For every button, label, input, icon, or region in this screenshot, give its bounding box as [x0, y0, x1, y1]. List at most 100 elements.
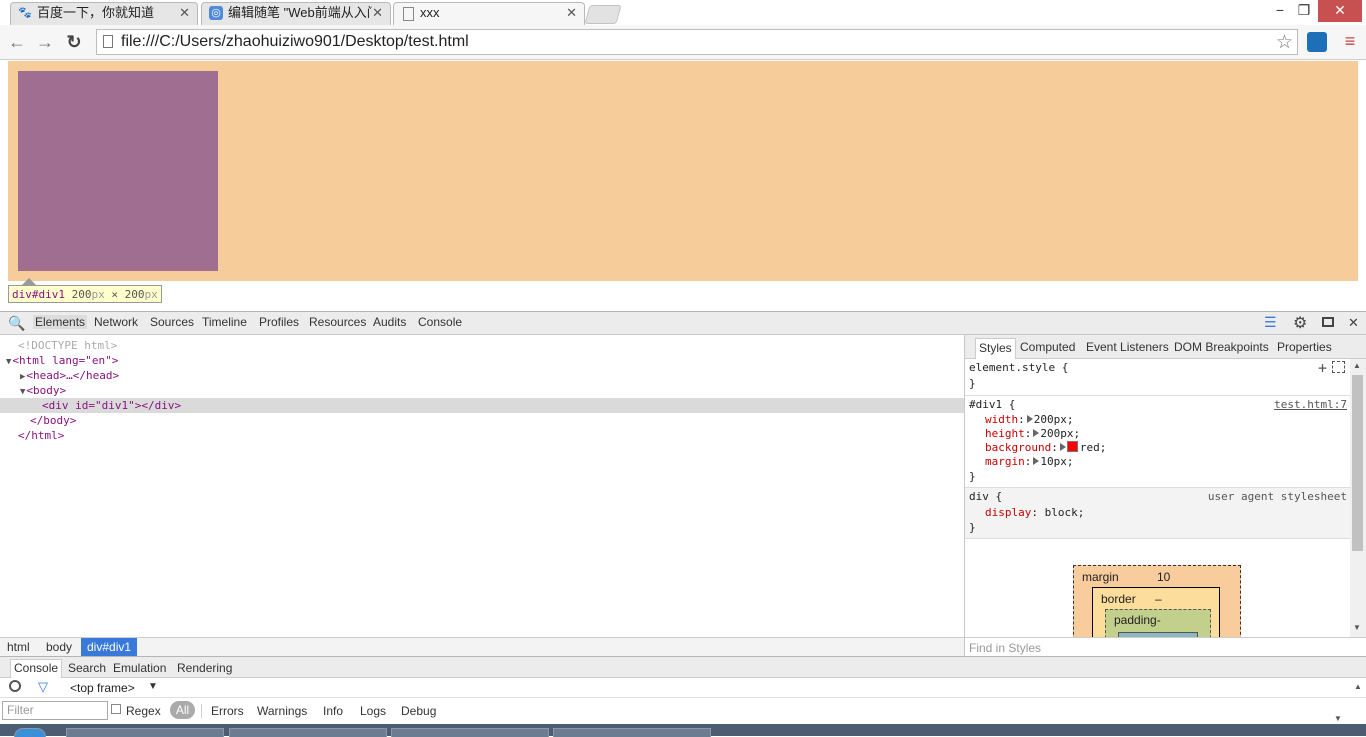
drawer-toggle-icon[interactable]: ☰ [1264, 314, 1277, 331]
tab-dom-breakpoints[interactable]: DOM Breakpoints [1174, 340, 1269, 354]
tab-resources[interactable]: Resources [309, 315, 366, 329]
filter-icon[interactable]: ▽ [38, 679, 48, 695]
tab-event-listeners[interactable]: Event Listeners [1086, 340, 1169, 354]
scroll-up-icon[interactable]: ▲ [1353, 361, 1361, 370]
prop-height[interactable]: height: 200px; [985, 427, 1080, 441]
toggle-state-icon[interactable] [1332, 361, 1345, 373]
reload-icon[interactable]: ↻ [63, 31, 85, 53]
prop-width[interactable]: width: 200px; [985, 413, 1074, 427]
drawer-tab-emulation[interactable]: Emulation [113, 661, 166, 675]
color-swatch[interactable] [1066, 441, 1078, 452]
prop-background[interactable]: background: red; [985, 441, 1106, 455]
menu-icon[interactable]: ≡ [1342, 31, 1358, 51]
expand-triangle-icon[interactable] [1026, 415, 1033, 423]
clear-console-icon[interactable] [9, 680, 21, 692]
close-tab-icon[interactable]: ✕ [566, 3, 577, 23]
drawer-tab-search[interactable]: Search [68, 661, 106, 675]
tab-properties[interactable]: Properties [1277, 340, 1332, 354]
level-debug[interactable]: Debug [401, 704, 436, 718]
dom-node[interactable]: </body> [0, 413, 964, 428]
dom-node[interactable]: </html> [0, 428, 964, 443]
forward-arrow-icon[interactable]: → [34, 31, 56, 53]
tab-elements[interactable]: Elements [33, 315, 88, 329]
expand-triangle-icon[interactable] [1033, 457, 1040, 465]
tab-audits[interactable]: Audits [373, 315, 406, 329]
address-bar[interactable]: file:///C:/Users/zhaohuiziwo901/Desktop/… [96, 29, 1298, 55]
close-tab-icon[interactable]: ✕ [179, 3, 190, 23]
tab-computed[interactable]: Computed [1020, 340, 1075, 354]
rule-source-link[interactable]: test.html:7 [1274, 398, 1347, 411]
dock-icon[interactable] [1322, 317, 1334, 327]
find-placeholder: Find in Styles [969, 641, 1042, 655]
expand-triangle-icon[interactable] [1059, 443, 1066, 451]
level-errors[interactable]: Errors [211, 704, 244, 718]
div1-rule[interactable]: #div1 { test.html:7 width: 200px; height:… [965, 396, 1351, 488]
crumb-html[interactable]: html [1, 638, 36, 656]
regex-checkbox[interactable] [111, 704, 121, 714]
dom-node[interactable]: ▶<head>…</head> [0, 368, 964, 383]
tab-network[interactable]: Network [94, 315, 138, 329]
bookmark-star-icon[interactable]: ☆ [1276, 31, 1293, 54]
tab-profiles[interactable]: Profiles [259, 315, 299, 329]
crumb-body[interactable]: body [40, 638, 78, 656]
dom-node-selected[interactable]: <div id="div1"></div> [0, 398, 964, 413]
expand-triangle-icon[interactable] [1033, 429, 1040, 437]
styles-scrollbar[interactable]: ▲ ▼ [1350, 359, 1366, 637]
browser-tab-active[interactable]: xxx ✕ [393, 2, 585, 25]
extension-icon[interactable] [1307, 32, 1327, 52]
tooltip-height: 200 [124, 288, 145, 301]
level-info[interactable]: Info [323, 704, 343, 718]
window-close-button[interactable]: ✕ [1318, 0, 1362, 22]
div1-highlight[interactable] [18, 71, 218, 271]
level-warnings[interactable]: Warnings [257, 704, 307, 718]
level-logs[interactable]: Logs [360, 704, 386, 718]
ua-div-rule: div { user agent stylesheet display: blo… [965, 488, 1351, 539]
back-arrow-icon[interactable]: ← [6, 31, 28, 53]
tab-console[interactable]: Console [418, 315, 462, 329]
minimize-button[interactable]: − [1270, 0, 1290, 22]
scroll-down-icon[interactable]: ▼ [1334, 714, 1342, 723]
element-style-rule[interactable]: element.style { + } [965, 359, 1351, 396]
level-all-button[interactable]: All [170, 701, 195, 719]
drawer-tab-rendering[interactable]: Rendering [177, 661, 232, 675]
dom-node[interactable]: <!DOCTYPE html> [0, 338, 964, 353]
tab-timeline[interactable]: Timeline [202, 315, 247, 329]
scroll-down-icon[interactable]: ▼ [1353, 623, 1361, 632]
console-filter-bar: Filter Regex All Errors Warnings Info Lo… [0, 698, 1366, 724]
crumb-div1[interactable]: div#div1 [81, 638, 138, 656]
close-brace: } [969, 470, 976, 483]
collapsed-triangle-icon[interactable]: ▶ [0, 372, 25, 382]
boxmodel-padding: padding- [1105, 609, 1211, 637]
browser-tab-baidu[interactable]: 🐾 百度一下，你就知道 ✕ [10, 2, 198, 25]
expanded-triangle-icon[interactable]: ▼ [0, 387, 25, 397]
tab-sources[interactable]: Sources [150, 315, 194, 329]
tooltip-width: 200 [71, 288, 92, 301]
margin-value[interactable]: 10 [1157, 570, 1170, 584]
close-tab-icon[interactable]: ✕ [372, 3, 383, 23]
border-value[interactable]: – [1155, 592, 1162, 606]
expanded-triangle-icon[interactable]: ▼ [0, 357, 11, 367]
tab-styles[interactable]: Styles [975, 338, 1016, 359]
close-devtools-icon[interactable]: ✕ [1348, 315, 1359, 331]
dom-node[interactable]: ▼<body> [0, 383, 964, 398]
url-text[interactable]: file:///C:/Users/zhaohuiziwo901/Desktop/… [121, 33, 469, 51]
find-in-styles-input[interactable]: Find in Styles [964, 637, 1366, 656]
tooltip-times: × [111, 288, 118, 301]
prop-margin[interactable]: margin: 10px; [985, 455, 1074, 469]
scrollbar-thumb[interactable] [1352, 375, 1363, 551]
inspect-search-icon[interactable]: 🔍 [8, 315, 25, 332]
add-rule-icon[interactable]: + [1318, 359, 1327, 377]
browser-tab-blog[interactable]: ◎ 编辑随笔 "Web前端从入门 ✕ [201, 2, 391, 25]
filter-input[interactable]: Filter [2, 701, 108, 720]
scroll-up-icon[interactable]: ▲ [1354, 682, 1362, 691]
chevron-down-icon[interactable]: ▼ [148, 681, 158, 692]
tab-title: 编辑随笔 "Web前端从入门 [228, 5, 380, 20]
restore-button[interactable]: ❐ [1294, 0, 1314, 22]
page-icon [403, 7, 414, 21]
dom-node[interactable]: ▼<html lang="en"> [0, 353, 964, 368]
new-tab-button[interactable] [584, 5, 622, 24]
drawer-tab-console[interactable]: Console [10, 659, 63, 679]
gear-icon[interactable]: ⚙ [1293, 313, 1307, 333]
frame-selector[interactable]: <top frame> [70, 681, 135, 695]
close-brace: } [969, 521, 976, 534]
